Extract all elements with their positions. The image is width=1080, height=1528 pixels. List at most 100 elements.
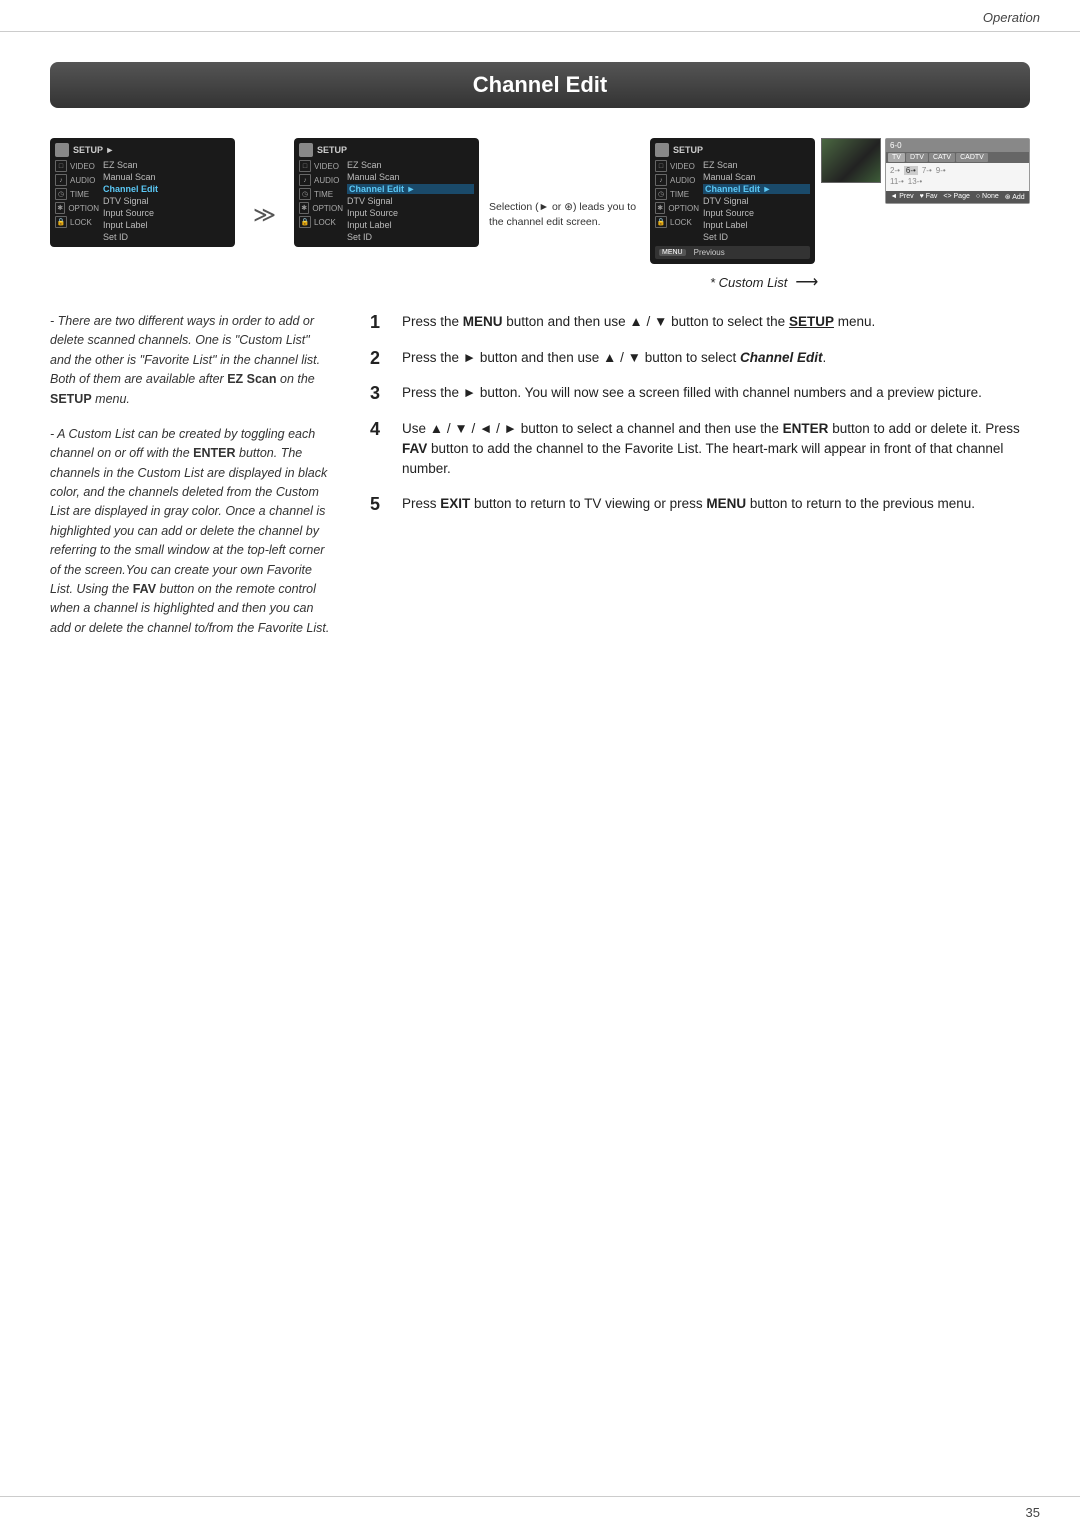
menu-item-ezscan-1: EZ Scan bbox=[103, 160, 230, 170]
setup-label-2: SETUP bbox=[317, 145, 347, 155]
custom-list-arrow-icon: ⟶ bbox=[795, 272, 818, 292]
step-text-4: Use ▲ / ▼ / ◄ / ► button to select a cha… bbox=[402, 419, 1030, 480]
setup-icon-2 bbox=[299, 143, 313, 157]
ch-11: 11-• bbox=[890, 177, 904, 186]
bottom-bar: 35 bbox=[0, 1496, 1080, 1528]
side-item-option-1: ✱ OPTION bbox=[55, 202, 99, 214]
video-label-2: VIDEO bbox=[314, 162, 339, 171]
ch-6: 6-• bbox=[904, 166, 918, 175]
setup-label-1: SETUP ► bbox=[73, 145, 114, 155]
menu-item-channeledit-1: Channel Edit bbox=[103, 184, 230, 194]
grid-and-preview: 6-0 TV DTV CATV CADTV 2-• bbox=[821, 138, 1030, 204]
time-label-1: TIME bbox=[70, 190, 89, 199]
audio-icon-2: ♪ bbox=[299, 174, 311, 186]
note-1: - There are two different ways in order … bbox=[50, 312, 330, 409]
ch-2: 2-• bbox=[890, 166, 900, 175]
side-item-lock-2: 🔒 LOCK bbox=[299, 216, 343, 228]
audio-label-1: AUDIO bbox=[70, 176, 95, 185]
step-text-5: Press EXIT button to return to TV viewin… bbox=[402, 494, 1030, 514]
channel-edit-area: SETUP □ VIDEO ♪ AUDIO bbox=[650, 138, 1030, 292]
panel2-header: SETUP bbox=[299, 143, 474, 157]
page-number: 35 bbox=[1026, 1505, 1040, 1520]
tab-tv: TV bbox=[888, 153, 905, 162]
video-label-3: VIDEO bbox=[670, 162, 695, 171]
option-icon-1: ✱ bbox=[55, 202, 65, 214]
option-label-2: OPTION bbox=[312, 204, 343, 213]
ch-7: 7-• bbox=[922, 166, 932, 175]
step-text-2: Press the ► button and then use ▲ / ▼ bu… bbox=[402, 348, 1030, 368]
preview-image bbox=[821, 138, 881, 183]
panel3-right: EZ Scan Manual Scan Channel Edit ► DTV S… bbox=[699, 160, 810, 242]
chapter-title-box: Channel Edit bbox=[50, 62, 1030, 108]
page-content: Channel Edit SETUP ► □ VIDEO ♪ AUDIO bbox=[0, 32, 1080, 694]
step-3: 3 Press the ► button. You will now see a… bbox=[370, 383, 1030, 405]
setup-icon-3 bbox=[655, 143, 669, 157]
video-icon-3: □ bbox=[655, 160, 667, 172]
custom-list-row: * Custom List ⟶ bbox=[710, 272, 818, 292]
menu-item-inputsource-1: Input Source bbox=[103, 208, 230, 218]
panel2-body: □ VIDEO ♪ AUDIO ◷ TIME ✱ OPTION bbox=[299, 160, 474, 242]
step-num-2: 2 bbox=[370, 348, 392, 370]
menu-key: MENU bbox=[659, 249, 686, 256]
menu-panel-1: SETUP ► □ VIDEO ♪ AUDIO ◷ TIME bbox=[50, 138, 235, 247]
menu-item-channeledit-2: Channel Edit ► bbox=[347, 184, 474, 194]
audio-icon-3: ♪ bbox=[655, 174, 667, 186]
grid-row-1: 2-• 6-• 7-• 9-• bbox=[890, 166, 1025, 175]
channel-edit-row: SETUP □ VIDEO ♪ AUDIO bbox=[650, 138, 1030, 264]
menu-item-inputlabel-2: Input Label bbox=[347, 220, 474, 230]
menu-item-manualscan-3: Manual Scan bbox=[703, 172, 810, 182]
setup-icon-1 bbox=[55, 143, 69, 157]
side-item-lock-3: 🔒 LOCK bbox=[655, 216, 699, 228]
grid-row-2: 11-• 13-• bbox=[890, 177, 1025, 186]
side-item-time-2: ◷ TIME bbox=[299, 188, 343, 200]
menu-item-manualscan-1: Manual Scan bbox=[103, 172, 230, 182]
step-1: 1 Press the MENU button and then use ▲ /… bbox=[370, 312, 1030, 334]
side-item-audio-2: ♪ AUDIO bbox=[299, 174, 343, 186]
audio-label-3: AUDIO bbox=[670, 176, 695, 185]
time-label-3: TIME bbox=[670, 190, 689, 199]
grid-body: 2-• 6-• 7-• 9-• 11-• 13-• bbox=[886, 163, 1029, 191]
ch-9: 9-• bbox=[936, 166, 946, 175]
menu-item-inputlabel-3: Input Label bbox=[703, 220, 810, 230]
channel-grid-area: 6-0 TV DTV CATV CADTV 2-• bbox=[821, 138, 1030, 264]
time-icon-3: ◷ bbox=[655, 188, 667, 200]
step-num-3: 3 bbox=[370, 383, 392, 405]
panel1-header: SETUP ► bbox=[55, 143, 230, 157]
note-2: - A Custom List can be created by toggli… bbox=[50, 425, 330, 638]
arrow-divider: ≫ bbox=[245, 202, 284, 228]
menu-item-setid-3: Set ID bbox=[703, 232, 810, 242]
step-text-3: Press the ► button. You will now see a s… bbox=[402, 383, 1030, 403]
step-2: 2 Press the ► button and then use ▲ / ▼ … bbox=[370, 348, 1030, 370]
time-icon-1: ◷ bbox=[55, 188, 67, 200]
panel1-left: □ VIDEO ♪ AUDIO ◷ TIME ✱ OPTION bbox=[55, 160, 99, 242]
menu-item-inputsource-2: Input Source bbox=[347, 208, 474, 218]
menu-item-ezscan-3: EZ Scan bbox=[703, 160, 810, 170]
side-item-time-3: ◷ TIME bbox=[655, 188, 699, 200]
audio-icon-1: ♪ bbox=[55, 174, 67, 186]
tab-catv: CATV bbox=[929, 153, 955, 162]
side-item-option-2: ✱ OPTION bbox=[299, 202, 343, 214]
step-5: 5 Press EXIT button to return to TV view… bbox=[370, 494, 1030, 516]
lock-icon-2: 🔒 bbox=[299, 216, 311, 228]
top-bar: Operation bbox=[0, 0, 1080, 32]
panel2-right: EZ Scan Manual Scan Channel Edit ► DTV S… bbox=[343, 160, 474, 242]
channel-grid: 6-0 TV DTV CATV CADTV 2-• bbox=[885, 138, 1030, 204]
side-item-option-3: ✱ OPTION bbox=[655, 202, 699, 214]
menu-item-dtvsignal-3: DTV Signal bbox=[703, 196, 810, 206]
panel1-right: EZ Scan Manual Scan Channel Edit DTV Sig… bbox=[99, 160, 230, 242]
panel3-body: □ VIDEO ♪ AUDIO ◷ TIME bbox=[655, 160, 810, 242]
grid-header: 6-0 bbox=[886, 139, 1029, 152]
menu-item-dtvsignal-1: DTV Signal bbox=[103, 196, 230, 206]
lock-icon-3: 🔒 bbox=[655, 216, 667, 228]
option-icon-2: ✱ bbox=[299, 202, 309, 214]
side-item-video-2: □ VIDEO bbox=[299, 160, 343, 172]
option-icon-3: ✱ bbox=[655, 202, 665, 214]
lock-label-2: LOCK bbox=[314, 218, 336, 227]
menu-panel-2: SETUP □ VIDEO ♪ AUDIO ◷ TIME bbox=[294, 138, 479, 247]
side-item-audio-3: ♪ AUDIO bbox=[655, 174, 699, 186]
side-item-time-1: ◷ TIME bbox=[55, 188, 99, 200]
current-channel: 6-0 bbox=[890, 141, 902, 150]
menu-item-ezscan-2: EZ Scan bbox=[347, 160, 474, 170]
lock-label-1: LOCK bbox=[70, 218, 92, 227]
grid-footer: ◄ Prev ♥ Fav <> Page ○ None ⊛ Add bbox=[886, 191, 1029, 203]
